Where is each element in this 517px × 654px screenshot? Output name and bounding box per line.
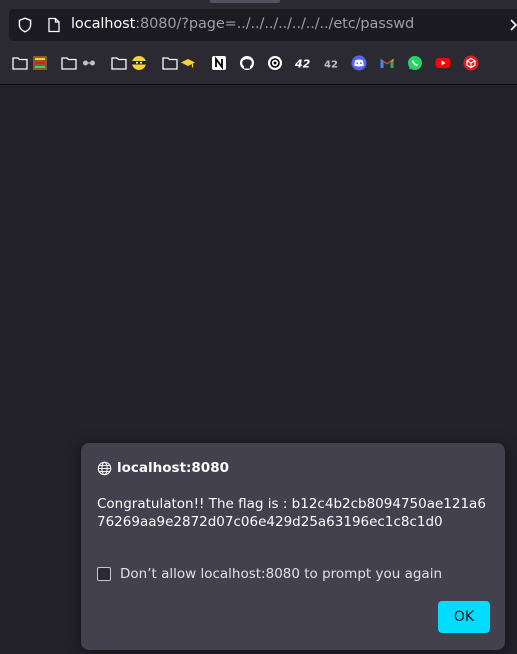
svg-text:42: 42 xyxy=(324,60,338,71)
url-host: localhost xyxy=(71,16,136,32)
overflow-icon[interactable] xyxy=(509,18,517,32)
github-icon[interactable] xyxy=(239,55,255,71)
ok-button[interactable]: OK xyxy=(438,601,490,633)
globe-icon xyxy=(97,461,112,475)
notion-icon[interactable] xyxy=(211,55,227,71)
browser-toolbar: localhost:8080/?page=../../../../../../.… xyxy=(0,0,517,85)
tab-strip-edge xyxy=(210,0,280,3)
page-info-icon[interactable] xyxy=(47,17,61,33)
svg-text:42: 42 xyxy=(295,58,311,71)
folder-icon[interactable] xyxy=(162,56,178,70)
prompt-dialog: localhost:8080 Congratulaton!! The flag … xyxy=(81,443,505,650)
dont-allow-prompt-option[interactable]: Don’t allow localhost:8080 to prompt you… xyxy=(97,566,442,582)
openai-icon[interactable] xyxy=(267,55,283,71)
gmail-icon[interactable] xyxy=(379,55,395,71)
red-cube-icon[interactable] xyxy=(463,55,479,71)
url-path: :8080/?page=../../../../../../../etc/pas… xyxy=(135,16,415,32)
dont-allow-label[interactable]: Don’t allow localhost:8080 to prompt you… xyxy=(120,566,442,582)
folder-icon[interactable] xyxy=(111,56,127,70)
42-intra-icon[interactable]: 42 xyxy=(323,55,339,71)
ninja-icon[interactable] xyxy=(131,55,147,71)
glasses-icon[interactable] xyxy=(81,55,97,71)
dialog-message: Congratulaton!! The flag is : b12c4b2cb8… xyxy=(97,496,486,530)
url-text[interactable]: localhost:8080/?page=../../../../../../.… xyxy=(71,16,414,32)
shield-icon[interactable] xyxy=(17,17,33,33)
dont-allow-checkbox[interactable] xyxy=(97,567,111,581)
whatsapp-icon[interactable] xyxy=(407,55,423,71)
graduation-cap-icon[interactable] xyxy=(180,55,196,71)
youtube-icon[interactable] xyxy=(435,55,451,71)
dialog-header: localhost:8080 xyxy=(97,459,229,477)
42-icon[interactable]: 42 xyxy=(295,55,311,71)
folder-icon[interactable] xyxy=(12,56,28,70)
discord-icon[interactable] xyxy=(351,55,367,71)
url-bar[interactable]: localhost:8080/?page=../../../../../../.… xyxy=(9,9,517,41)
abacus-icon[interactable] xyxy=(32,55,48,71)
bookmarks-toolbar: 42 42 xyxy=(0,52,517,76)
folder-icon[interactable] xyxy=(61,56,77,70)
dialog-origin: localhost:8080 xyxy=(117,460,229,476)
